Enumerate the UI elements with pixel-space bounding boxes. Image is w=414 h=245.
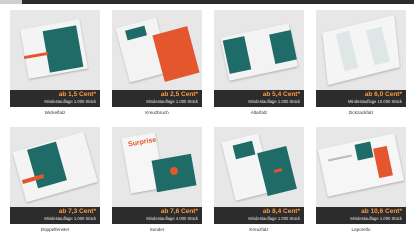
product-thumbnail[interactable] bbox=[214, 127, 304, 207]
product-card[interactable]: Surprise ab 7,6 Cent* Mindestauflage 4.0… bbox=[112, 127, 202, 232]
flyer-mockup bbox=[322, 14, 400, 86]
product-thumbnail[interactable] bbox=[112, 10, 202, 90]
price-label: ab 2,5 Cent* bbox=[160, 91, 198, 98]
price-label: ab 1,5 Cent* bbox=[58, 91, 96, 98]
price-bar: ab 1,5 Cent* Mindestauflage 1.000 Stück bbox=[10, 90, 100, 107]
product-thumbnail[interactable] bbox=[316, 10, 406, 90]
min-order-label: Mindestauflage 1.000 Stück bbox=[350, 216, 402, 221]
min-order-label: Mindestauflage 1.000 Stück bbox=[248, 216, 300, 221]
product-name[interactable]: Sonder bbox=[112, 227, 202, 232]
price-label: ab 10,6 Cent* bbox=[361, 208, 402, 215]
price-bar: ab 6,0 Cent* Mindestauflage 10.000 Stück bbox=[316, 90, 406, 107]
price-label: ab 5,4 Cent* bbox=[262, 91, 300, 98]
min-order-label: Mindestauflage 4.000 Stück bbox=[146, 216, 198, 221]
price-bar: ab 10,6 Cent* Mindestauflage 1.000 Stück bbox=[316, 207, 406, 224]
product-name[interactable]: Kreuzfalz bbox=[214, 227, 304, 232]
product-name[interactable]: Doppelfenster bbox=[10, 227, 100, 232]
product-card[interactable]: ab 8,4 Cent* Mindestauflage 1.000 Stück … bbox=[214, 127, 304, 232]
product-card[interactable]: ab 7,3 Cent* Mindestauflage 1.000 Stück … bbox=[10, 127, 100, 232]
flyer-panel bbox=[269, 30, 297, 64]
price-bar: ab 7,6 Cent* Mindestauflage 4.000 Stück bbox=[112, 207, 202, 224]
product-name[interactable]: Zickzackfalz bbox=[316, 110, 406, 115]
price-bar: ab 2,5 Cent* Mindestauflage 1.000 Stück bbox=[112, 90, 202, 107]
product-card[interactable]: ab 2,5 Cent* Mindestauflage 1.000 Stück … bbox=[112, 10, 202, 115]
min-order-label: Mindestauflage 1.000 Stück bbox=[146, 99, 198, 104]
price-label: ab 7,3 Cent* bbox=[58, 208, 96, 215]
product-thumbnail[interactable] bbox=[10, 10, 100, 90]
product-thumbnail[interactable] bbox=[10, 127, 100, 207]
price-label: ab 7,6 Cent* bbox=[160, 208, 198, 215]
product-thumbnail[interactable] bbox=[214, 10, 304, 90]
flyer-panel bbox=[354, 141, 374, 161]
product-name[interactable]: Leporello bbox=[316, 227, 406, 232]
flyer-panel bbox=[42, 25, 84, 73]
min-order-label: Mindestauflage 1.000 Stück bbox=[44, 99, 96, 104]
price-bar: ab 8,4 Cent* Mindestauflage 1.000 Stück bbox=[214, 207, 304, 224]
price-bar: ab 7,3 Cent* Mindestauflage 1.000 Stück bbox=[10, 207, 100, 224]
flyer-dot bbox=[170, 167, 178, 175]
price-label: ab 6,0 Cent* bbox=[364, 91, 402, 98]
min-order-label: Mindestauflage 1.000 Stück bbox=[248, 99, 300, 104]
product-card[interactable]: ab 10,6 Cent* Mindestauflage 1.000 Stück… bbox=[316, 127, 406, 232]
product-card[interactable]: ab 5,4 Cent* Mindestauflage 1.000 Stück … bbox=[214, 10, 304, 115]
product-card[interactable]: ab 1,5 Cent* Mindestauflage 1.000 Stück … bbox=[10, 10, 100, 115]
price-bar: ab 5,4 Cent* Mindestauflage 1.000 Stück bbox=[214, 90, 304, 107]
product-thumbnail[interactable]: Surprise bbox=[112, 127, 202, 207]
product-card[interactable]: ab 6,0 Cent* Mindestauflage 10.000 Stück… bbox=[316, 10, 406, 115]
price-label: ab 8,4 Cent* bbox=[262, 208, 300, 215]
product-thumbnail[interactable] bbox=[316, 127, 406, 207]
product-name[interactable]: Kreuzbruch bbox=[112, 110, 202, 115]
min-order-label: Mindestauflage 1.000 Stück bbox=[44, 216, 96, 221]
min-order-label: Mindestauflage 10.000 Stück bbox=[347, 99, 402, 104]
product-name[interactable]: Altarfalz bbox=[214, 110, 304, 115]
product-grid: ab 1,5 Cent* Mindestauflage 1.000 Stück … bbox=[0, 0, 414, 245]
product-name[interactable]: Wickelfalz bbox=[10, 110, 100, 115]
